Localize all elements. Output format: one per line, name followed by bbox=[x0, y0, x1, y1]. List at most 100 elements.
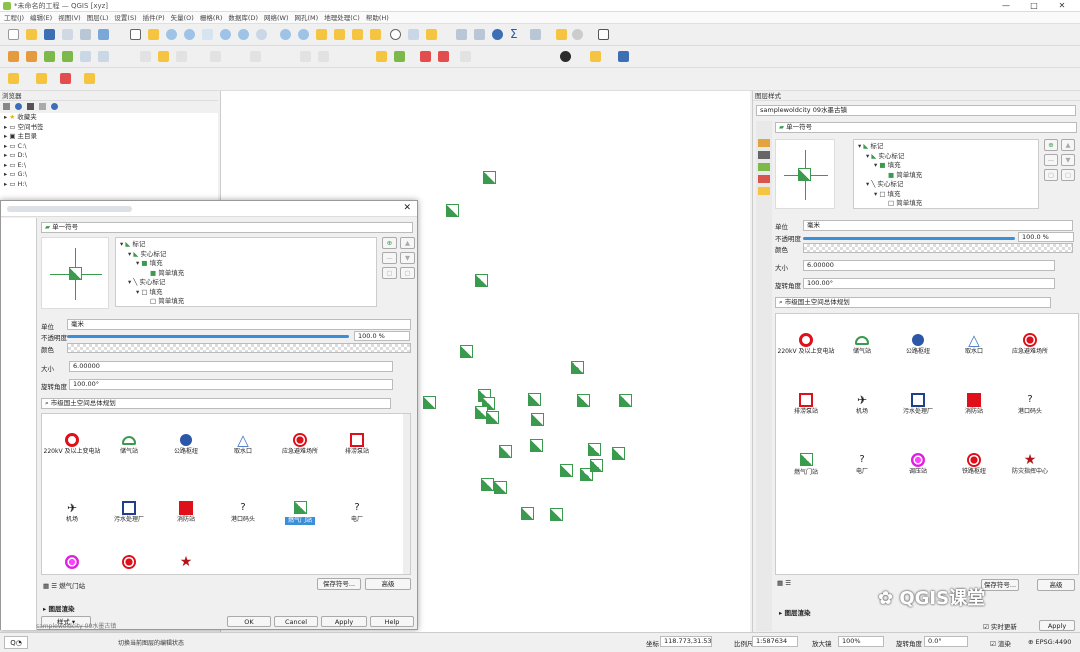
symbol-emergency-shelter[interactable]: 应急避难场所 bbox=[1000, 332, 1060, 356]
layout-manager-icon[interactable] bbox=[98, 29, 109, 40]
add-csv-icon[interactable] bbox=[98, 51, 109, 62]
browser-item-home[interactable]: ▸ ▣ 主目录 bbox=[4, 132, 218, 142]
layer-rendering-right[interactable]: ▸ 图层渲染 bbox=[779, 607, 811, 617]
dialog-rotation-input[interactable]: 100.00° bbox=[69, 379, 393, 390]
menu-database[interactable]: 数据库(D) bbox=[228, 12, 258, 23]
history-tab-icon[interactable] bbox=[758, 187, 770, 195]
menu-edit[interactable]: 编辑(E) bbox=[30, 12, 52, 23]
3d-tab-icon[interactable] bbox=[758, 163, 770, 171]
clock-icon[interactable] bbox=[390, 29, 401, 40]
toggle-editing-icon[interactable] bbox=[158, 51, 169, 62]
dialog-view-toggle[interactable]: ▦ ☰ 燃气门站 bbox=[43, 580, 85, 590]
menu-project[interactable]: 工程(J) bbox=[4, 12, 24, 23]
add-spatialite-icon[interactable] bbox=[80, 51, 91, 62]
dialog-tree-simple-fill-2[interactable]: □ 简单填充 bbox=[120, 297, 372, 307]
move-down-button[interactable]: ▼ bbox=[1061, 154, 1075, 166]
symbol-sewage-plant[interactable]: 污水处理厂 bbox=[888, 392, 948, 416]
renderer-selector[interactable]: ▰ 单一符号 bbox=[775, 122, 1077, 133]
dialog-remove-layer-button[interactable]: — bbox=[382, 252, 397, 264]
remove-layer-button[interactable]: — bbox=[1044, 154, 1058, 166]
globe-icon[interactable] bbox=[560, 51, 571, 62]
browser-item-e[interactable]: ▸ ▭ E:\ bbox=[4, 161, 218, 171]
coord-input[interactable]: 118.773,31.539 bbox=[660, 636, 712, 647]
scale-input[interactable]: 1:587634 bbox=[752, 636, 798, 647]
sum-icon[interactable]: Σ bbox=[510, 27, 518, 41]
dialog-move-down-button[interactable]: ▼ bbox=[400, 252, 415, 264]
diagram-tab-icon[interactable] bbox=[758, 175, 770, 183]
move-up-button[interactable]: ▲ bbox=[1061, 139, 1075, 151]
redo-icon[interactable] bbox=[318, 51, 329, 62]
apply-button[interactable]: Apply bbox=[321, 616, 367, 627]
refresh-icon[interactable] bbox=[15, 103, 22, 110]
symbol-fire-station[interactable]: 消防站 bbox=[944, 392, 1004, 416]
dialog-symbol-drainage-pump[interactable]: 排涝泵站 bbox=[327, 432, 387, 456]
symbol-water-intake[interactable]: △ 取水口 bbox=[944, 332, 1004, 356]
browser-item-h[interactable]: ▸ ▭ H:\ bbox=[4, 180, 218, 190]
tree-fill-2[interactable]: ▾ □ 填充 bbox=[858, 190, 1034, 200]
crs-button[interactable]: ⊕ EPSG:4490 bbox=[1028, 638, 1071, 646]
dialog-symbol-emergency-shelter[interactable]: 应急避难场所 bbox=[270, 432, 330, 456]
zoom-out-icon[interactable] bbox=[184, 29, 195, 40]
menu-settings[interactable]: 设置(S) bbox=[114, 12, 136, 23]
rotation-input[interactable]: 100.00° bbox=[803, 278, 1055, 289]
deselect-icon[interactable] bbox=[60, 73, 71, 84]
dialog-duplicate-button[interactable]: ▢ bbox=[400, 267, 415, 279]
zoom-native-icon[interactable] bbox=[256, 29, 267, 40]
map-tips-icon[interactable] bbox=[556, 29, 567, 40]
dialog-lock-button[interactable]: ▢ bbox=[382, 267, 397, 279]
dialog-symbol-disaster[interactable]: ★ bbox=[156, 554, 216, 570]
tree-simple-fill-2[interactable]: □ 简单填充 bbox=[858, 199, 1034, 209]
apply-button-right[interactable]: Apply bbox=[1039, 620, 1075, 631]
edit-icon[interactable] bbox=[140, 51, 151, 62]
info-icon[interactable] bbox=[51, 103, 58, 110]
symbology-tab-icon[interactable] bbox=[758, 139, 770, 147]
save-symbol-button-right[interactable]: 保存符号... bbox=[981, 579, 1019, 591]
dialog-tree-fill-2[interactable]: ▾ □ 填充 bbox=[120, 288, 372, 298]
dialog-color-button[interactable] bbox=[67, 343, 411, 353]
show-bookmarks-icon[interactable] bbox=[334, 29, 345, 40]
tree-solid-marker[interactable]: ▾ ◣ 实心标记 bbox=[858, 152, 1034, 162]
new-bookmark-icon[interactable] bbox=[316, 29, 327, 40]
label-pin-icon[interactable] bbox=[394, 51, 405, 62]
magnifier-input[interactable]: 100% bbox=[838, 636, 884, 647]
symbol-220kv[interactable]: 220kV 及以上变电站 bbox=[776, 332, 836, 356]
dialog-opacity-input[interactable]: 100.0 % bbox=[354, 331, 410, 341]
menu-view[interactable]: 视图(V) bbox=[58, 12, 81, 23]
save-symbol-button[interactable]: 保存符号... bbox=[317, 578, 361, 590]
dialog-symbol-railway[interactable] bbox=[99, 554, 159, 570]
save-edits-icon[interactable] bbox=[176, 51, 187, 62]
python-icon[interactable] bbox=[590, 51, 601, 62]
data-source-icon[interactable] bbox=[8, 51, 19, 62]
select-feature-icon[interactable] bbox=[8, 73, 19, 84]
dialog-symbol-pressure[interactable] bbox=[42, 554, 102, 570]
symbol-drainage-pump[interactable]: 排涝泵站 bbox=[776, 392, 836, 416]
dialog-tree-simple-fill[interactable]: ■ 简单填充 bbox=[120, 269, 372, 279]
dialog-symbol-220kv[interactable]: 220kV 及以上变电站 bbox=[42, 432, 102, 456]
dialog-tree-solid-marker-2[interactable]: ▾ ╲ 实心标记 bbox=[120, 278, 372, 288]
add-layer-icon[interactable] bbox=[26, 51, 37, 62]
help-book-icon[interactable] bbox=[618, 51, 629, 62]
filter-icon[interactable] bbox=[27, 103, 34, 110]
symbol-railway-hub[interactable]: 铁路枢纽 bbox=[944, 452, 1004, 476]
browser-item-bookmarks[interactable]: ▸ ▭ 空间书签 bbox=[4, 123, 218, 133]
tree-fill[interactable]: ▾ ■ 填充 bbox=[858, 161, 1034, 171]
tree-solid-marker-2[interactable]: ▾ ╲ 实心标记 bbox=[858, 180, 1034, 190]
symbol-highway-hub[interactable]: 公路枢纽 bbox=[888, 332, 948, 356]
symbol-pressure-station[interactable]: 调压站 bbox=[888, 452, 948, 476]
symbol-gas-gate[interactable]: 燃气门站 bbox=[776, 452, 836, 477]
dialog-tree-fill[interactable]: ▾ ■ 填充 bbox=[120, 259, 372, 269]
gear-icon[interactable] bbox=[572, 29, 583, 40]
temporal-icon[interactable] bbox=[352, 29, 363, 40]
refresh-layer-icon[interactable] bbox=[370, 29, 381, 40]
dialog-symbol-power-plant[interactable]: ? 电厂 bbox=[327, 500, 387, 524]
open-project-icon[interactable] bbox=[26, 29, 37, 40]
ok-button[interactable]: OK bbox=[227, 616, 271, 627]
grid-view-icon[interactable]: ▦ ☰ bbox=[777, 579, 791, 587]
library-search[interactable]: ⌕ 市级国土空间总体规划 bbox=[775, 297, 1051, 308]
add-vector-icon[interactable] bbox=[44, 51, 55, 62]
dialog-grid-scrollbar[interactable] bbox=[403, 414, 410, 574]
close-button[interactable]: ✕ bbox=[1048, 0, 1076, 12]
save-project-icon[interactable] bbox=[44, 29, 55, 40]
dialog-close-button[interactable]: ✕ bbox=[403, 203, 411, 213]
settings-gear-icon[interactable] bbox=[492, 29, 503, 40]
